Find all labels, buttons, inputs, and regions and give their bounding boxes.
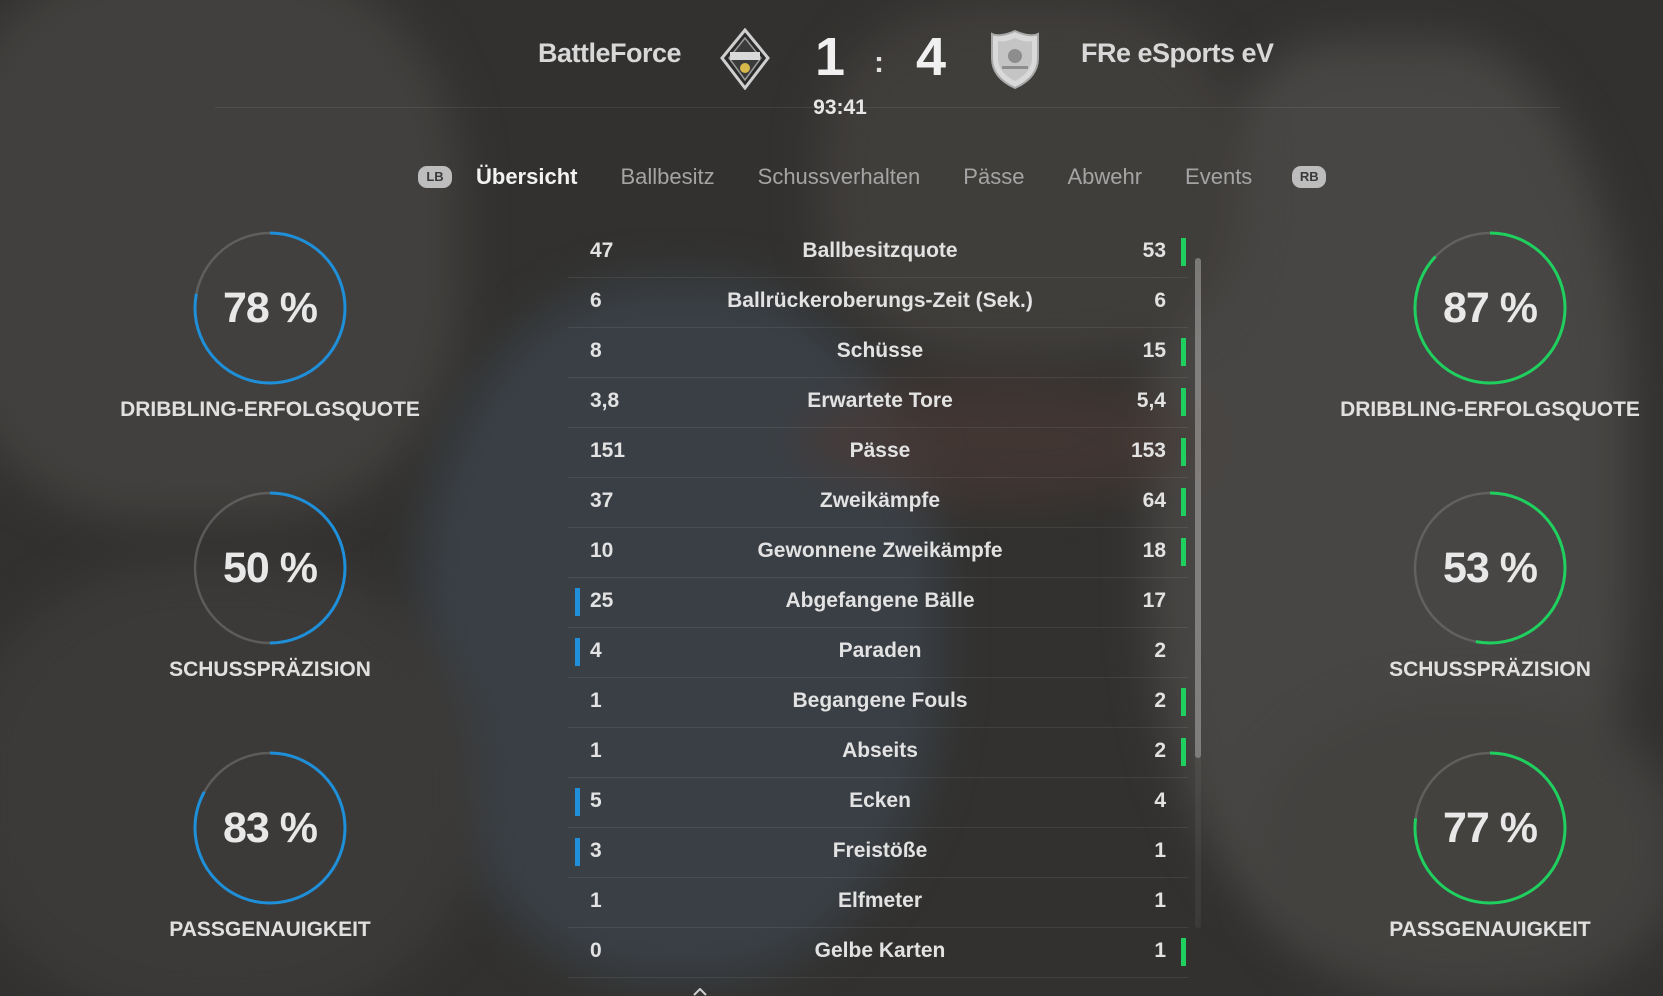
header-divider: [215, 107, 1560, 108]
home-pass-accuracy-value: 83 %: [222, 804, 318, 852]
away-score: 4: [916, 27, 947, 87]
home-ring-shot-accuracy: 50 %: [190, 488, 350, 648]
tab-uebersicht[interactable]: Übersicht: [476, 164, 577, 190]
away-shot-accuracy-label: SCHUSSPRÄZISION: [1389, 658, 1591, 681]
away-pass-accuracy-value: 77 %: [1442, 804, 1538, 852]
stat-away-value: 2: [1154, 739, 1166, 762]
away-team-name: FRe eSports eV: [1081, 38, 1274, 68]
stat-away-value: 15: [1142, 339, 1166, 362]
stat-away-value: 1: [1154, 839, 1166, 862]
home-ring-pass-accuracy: 83 %: [190, 748, 350, 908]
away-ring-pass-accuracy: 77 %: [1410, 748, 1570, 908]
stat-row: 3 Freistöße 1: [568, 828, 1188, 878]
away-ring-dribbling: 87 %: [1410, 228, 1570, 388]
home-ring-dribbling: 78 %: [190, 228, 350, 388]
away-dribbling-value: 87 %: [1442, 284, 1538, 332]
match-clock: 93:41: [813, 96, 867, 119]
away-ring-shot-accuracy: 53 %: [1410, 488, 1570, 648]
stat-row: 1 Begangene Fouls 2: [568, 678, 1188, 728]
stat-away-value: 2: [1154, 639, 1166, 662]
rb-button-icon[interactable]: RB: [1292, 166, 1327, 188]
stat-away-value: 17: [1142, 589, 1166, 612]
stat-row: 4 Paraden 2: [568, 628, 1188, 678]
stat-row: 151 Pässe 153: [568, 428, 1188, 478]
stat-row: 5 Ecken 4: [568, 778, 1188, 828]
tab-schussverhalten[interactable]: Schussverhalten: [758, 164, 921, 190]
home-score: 1: [815, 27, 846, 87]
stat-row: 37 Zweikämpfe 64: [568, 478, 1188, 528]
stat-away-value: 2: [1154, 689, 1166, 712]
stat-row: 0 Gelbe Karten 1: [568, 928, 1188, 978]
battleforce-crest-icon: [720, 28, 770, 90]
stat-row: 3,8 Erwartete Tore 5,4: [568, 378, 1188, 428]
scroll-down-indicator-icon: [693, 988, 707, 996]
home-dribbling-value: 78 %: [222, 284, 318, 332]
stat-row: 10 Gewonnene Zweikämpfe 18: [568, 528, 1188, 578]
away-shot-accuracy-value: 53 %: [1442, 544, 1538, 592]
stat-away-value: 1: [1154, 939, 1166, 962]
tab-abwehr[interactable]: Abwehr: [1067, 164, 1142, 190]
lb-button-icon[interactable]: LB: [418, 166, 452, 188]
stat-away-value: 153: [1130, 439, 1166, 462]
stat-row: 1 Abseits 2: [568, 728, 1188, 778]
stat-row: 1 Elfmeter 1: [568, 878, 1188, 928]
stat-row: 6 Ballrückeroberungs-Zeit (Sek.) 6: [568, 278, 1188, 328]
stats-scrollbar-thumb[interactable]: [1195, 258, 1201, 758]
stat-away-value: 5,4: [1136, 389, 1166, 412]
stat-away-value: 53: [1142, 239, 1166, 262]
stat-away-value: 1: [1154, 889, 1166, 912]
fre-esports-crest-icon: [991, 29, 1039, 90]
away-pass-accuracy-label: PASSGENAUIGKEIT: [1389, 918, 1591, 941]
score-separator: :: [874, 46, 884, 79]
home-team-name: BattleForce: [537, 38, 682, 68]
home-pass-accuracy-label: PASSGENAUIGKEIT: [169, 918, 371, 941]
home-dribbling-label: DRIBBLING-ERFOLGSQUOTE: [120, 398, 420, 421]
stat-away-value: 18: [1142, 539, 1166, 562]
stat-row: 8 Schüsse 15: [568, 328, 1188, 378]
stat-away-value: 64: [1142, 489, 1166, 512]
match-stats-table: 47 Ballbesitzquote 53 6 Ballrückeroberungs-Z…: [568, 228, 1188, 978]
home-shot-accuracy-value: 50 %: [222, 544, 318, 592]
stat-away-value: 6: [1154, 289, 1166, 312]
tab-paesse[interactable]: Pässe: [963, 164, 1024, 190]
tab-ballbesitz[interactable]: Ballbesitz: [620, 164, 714, 190]
stat-row: 47 Ballbesitzquote 53: [568, 228, 1188, 278]
tab-events[interactable]: Events: [1185, 164, 1252, 190]
away-dribbling-label: DRIBBLING-ERFOLGSQUOTE: [1340, 398, 1640, 421]
stats-tab-bar: LB Übersicht Ballbesitz Schussverhalten …: [418, 164, 1327, 190]
stat-row: 25 Abgefangene Bälle 17: [568, 578, 1188, 628]
home-shot-accuracy-label: SCHUSSPRÄZISION: [169, 658, 371, 681]
stat-away-value: 4: [1154, 789, 1166, 812]
